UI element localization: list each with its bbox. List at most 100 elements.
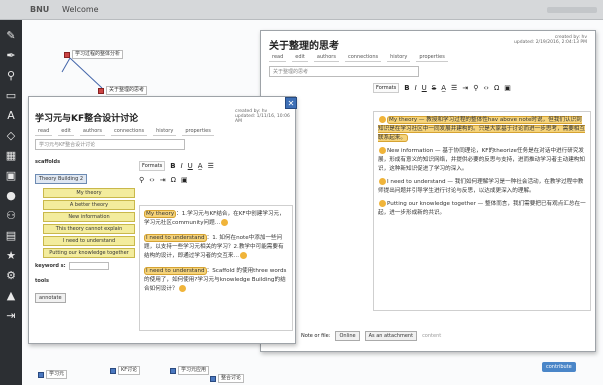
bold-button[interactable]: B [170, 162, 175, 170]
link-icon[interactable]: ⚲ [473, 84, 478, 92]
note-node[interactable]: 整合讨论 [210, 374, 245, 383]
top-bar: BNU Welcome [0, 0, 603, 20]
title-input[interactable]: 学习元与KF整合设计讨论 [35, 139, 185, 150]
node-label: 整合讨论 [218, 374, 245, 383]
scaffold-better-theory[interactable]: A better theory [43, 200, 135, 210]
node-label: 学习过程的整体分析 [72, 50, 124, 59]
user-icon[interactable]: ● [3, 188, 19, 204]
tab-edit[interactable]: edit [292, 53, 308, 62]
group-icon[interactable]: ⚇ [3, 208, 19, 224]
note-node[interactable]: 关于整理的思考 [98, 86, 148, 95]
pencil-icon[interactable]: ✎ [3, 28, 19, 44]
bold-button[interactable]: B [404, 84, 409, 92]
note-icon [210, 375, 216, 382]
updated-at: updated: 1/11/16, 10:06 AM [235, 114, 290, 124]
gear-icon[interactable]: ⚙ [3, 268, 19, 284]
window-title: Welcome [62, 5, 99, 14]
paragraph-text: Putting our knowledge together — 整体而言，我们… [378, 201, 586, 216]
italic-button[interactable]: I [415, 84, 417, 92]
indent-icon[interactable]: ⇥ [462, 84, 468, 92]
top-menu[interactable] [547, 7, 597, 13]
text-color-icon[interactable]: A̲ [441, 84, 446, 92]
marker-icon [379, 178, 386, 185]
note-node[interactable]: KF讨论 [110, 366, 141, 375]
image-icon[interactable]: ▣ [181, 176, 188, 184]
paragraph-text: New information — 基于协同理论，KF的theorize任务是在… [378, 148, 585, 172]
node-label: 关于整理的思考 [106, 86, 148, 95]
scaffold-putting-together[interactable]: Putting our knowledge together [43, 248, 135, 258]
link-icon[interactable]: ⚲ [139, 176, 144, 184]
note-node[interactable]: 学习元应用 [170, 366, 210, 375]
tab-read[interactable]: read [35, 127, 53, 136]
image-icon[interactable]: ▣ [3, 168, 19, 184]
omega-icon[interactable]: Ω [171, 176, 176, 184]
online-button[interactable]: Online [335, 331, 360, 341]
pen-icon[interactable]: ✒ [3, 48, 19, 64]
close-icon[interactable]: ✕ [285, 97, 297, 109]
strike-button[interactable]: S [432, 84, 436, 92]
paragraph: I need to understand — 我们如何理解学习是一种社会活动，在… [378, 178, 586, 196]
marker-icon [178, 285, 186, 292]
folder-icon[interactable]: ▤ [3, 228, 19, 244]
keywords-row: keyword s: [35, 262, 135, 270]
map-icon[interactable]: ▲ [3, 288, 19, 304]
format-dropdown[interactable]: Formats [373, 83, 400, 93]
scaffold-need-to-understand[interactable]: I need to understand [43, 236, 135, 246]
tab-connections[interactable]: connections [110, 127, 148, 136]
star-icon[interactable]: ★ [3, 248, 19, 264]
tab-authors[interactable]: authors [79, 127, 105, 136]
text-icon[interactable]: A [3, 108, 19, 124]
tab-edit[interactable]: edit [58, 127, 74, 136]
image-icon[interactable]: ▣ [504, 84, 511, 92]
node-label: KF讨论 [118, 366, 141, 375]
scaffold-cannot-explain[interactable]: This theory cannot explain [43, 224, 135, 234]
marker-icon [240, 252, 248, 259]
format-dropdown[interactable]: Formats [139, 161, 166, 171]
note-icon[interactable]: ▭ [3, 88, 19, 104]
note-content[interactable]: My theory ：1.学习元与KF结合，在KF中创建学习元，学习元社区comm… [139, 205, 293, 331]
underline-button[interactable]: U [188, 162, 193, 170]
chart-icon[interactable]: ▦ [3, 148, 19, 164]
tab-properties[interactable]: properties [416, 53, 448, 62]
code-icon[interactable]: ‹› [149, 176, 155, 184]
tab-connections[interactable]: connections [344, 53, 382, 62]
tab-history[interactable]: history [387, 53, 411, 62]
scaffold-new-information[interactable]: New information [43, 212, 135, 222]
content-label: content [422, 333, 442, 339]
code-icon[interactable]: ‹› [483, 84, 489, 92]
attachment-button[interactable]: As an attachment [364, 331, 418, 341]
scaffold-my-theory[interactable]: My theory [43, 188, 135, 198]
tab-history[interactable]: history [153, 127, 177, 136]
note-content[interactable]: My theory — 教授和学习过程的整体性hav above note时说，… [373, 111, 591, 311]
paragraph: I need to understand ：Scaffold 的使用three w… [144, 267, 288, 294]
note-tabs: read edit authors connections history pr… [35, 127, 214, 136]
list-icon[interactable]: ☰ [451, 84, 457, 92]
marker-icon [221, 219, 229, 226]
annotate-button[interactable]: annotate [35, 293, 66, 303]
export-icon[interactable]: ⇥ [3, 308, 19, 324]
tab-properties[interactable]: properties [182, 127, 214, 136]
scaffold-select[interactable]: Theory Building 2 [35, 174, 88, 184]
note-window-back[interactable]: 关于整理的思考 created by: hv updated: 2/19/201… [260, 30, 596, 352]
note-meta: created by: hv updated: 1/11/16, 10:06 A… [235, 109, 295, 124]
paragraph: I need to understand ：1. 如何在note中添加一些问题，以… [144, 234, 288, 261]
contribute-button[interactable]: contribute [542, 362, 576, 372]
note-node[interactable]: 学习元 [38, 370, 68, 379]
title-input[interactable]: 关于整理的思考 [269, 66, 419, 77]
shapes-icon[interactable]: ◇ [3, 128, 19, 144]
scaffold-text: My theory — 教授和学习过程的整体性hav above note时说，… [378, 116, 585, 142]
keywords-input[interactable] [68, 262, 109, 270]
indent-icon[interactable]: ⇥ [160, 176, 166, 184]
underline-button[interactable]: U [422, 84, 427, 92]
note-tabs: read edit authors connections history pr… [269, 53, 448, 62]
omega-icon[interactable]: Ω [494, 84, 499, 92]
text-color-icon[interactable]: A̲ [198, 162, 203, 170]
tab-read[interactable]: read [269, 53, 287, 62]
node-label: 学习元应用 [178, 366, 210, 375]
note-window-front[interactable]: ✕ 学习元与KF整合设计讨论 created by: hv updated: 1… [28, 96, 297, 344]
note-node[interactable]: 学习过程的整体分析 [64, 50, 124, 59]
tab-authors[interactable]: authors [313, 53, 339, 62]
link-icon[interactable]: ⚲ [3, 68, 19, 84]
italic-button[interactable]: I [181, 162, 183, 170]
list-icon[interactable]: ☰ [208, 162, 214, 170]
